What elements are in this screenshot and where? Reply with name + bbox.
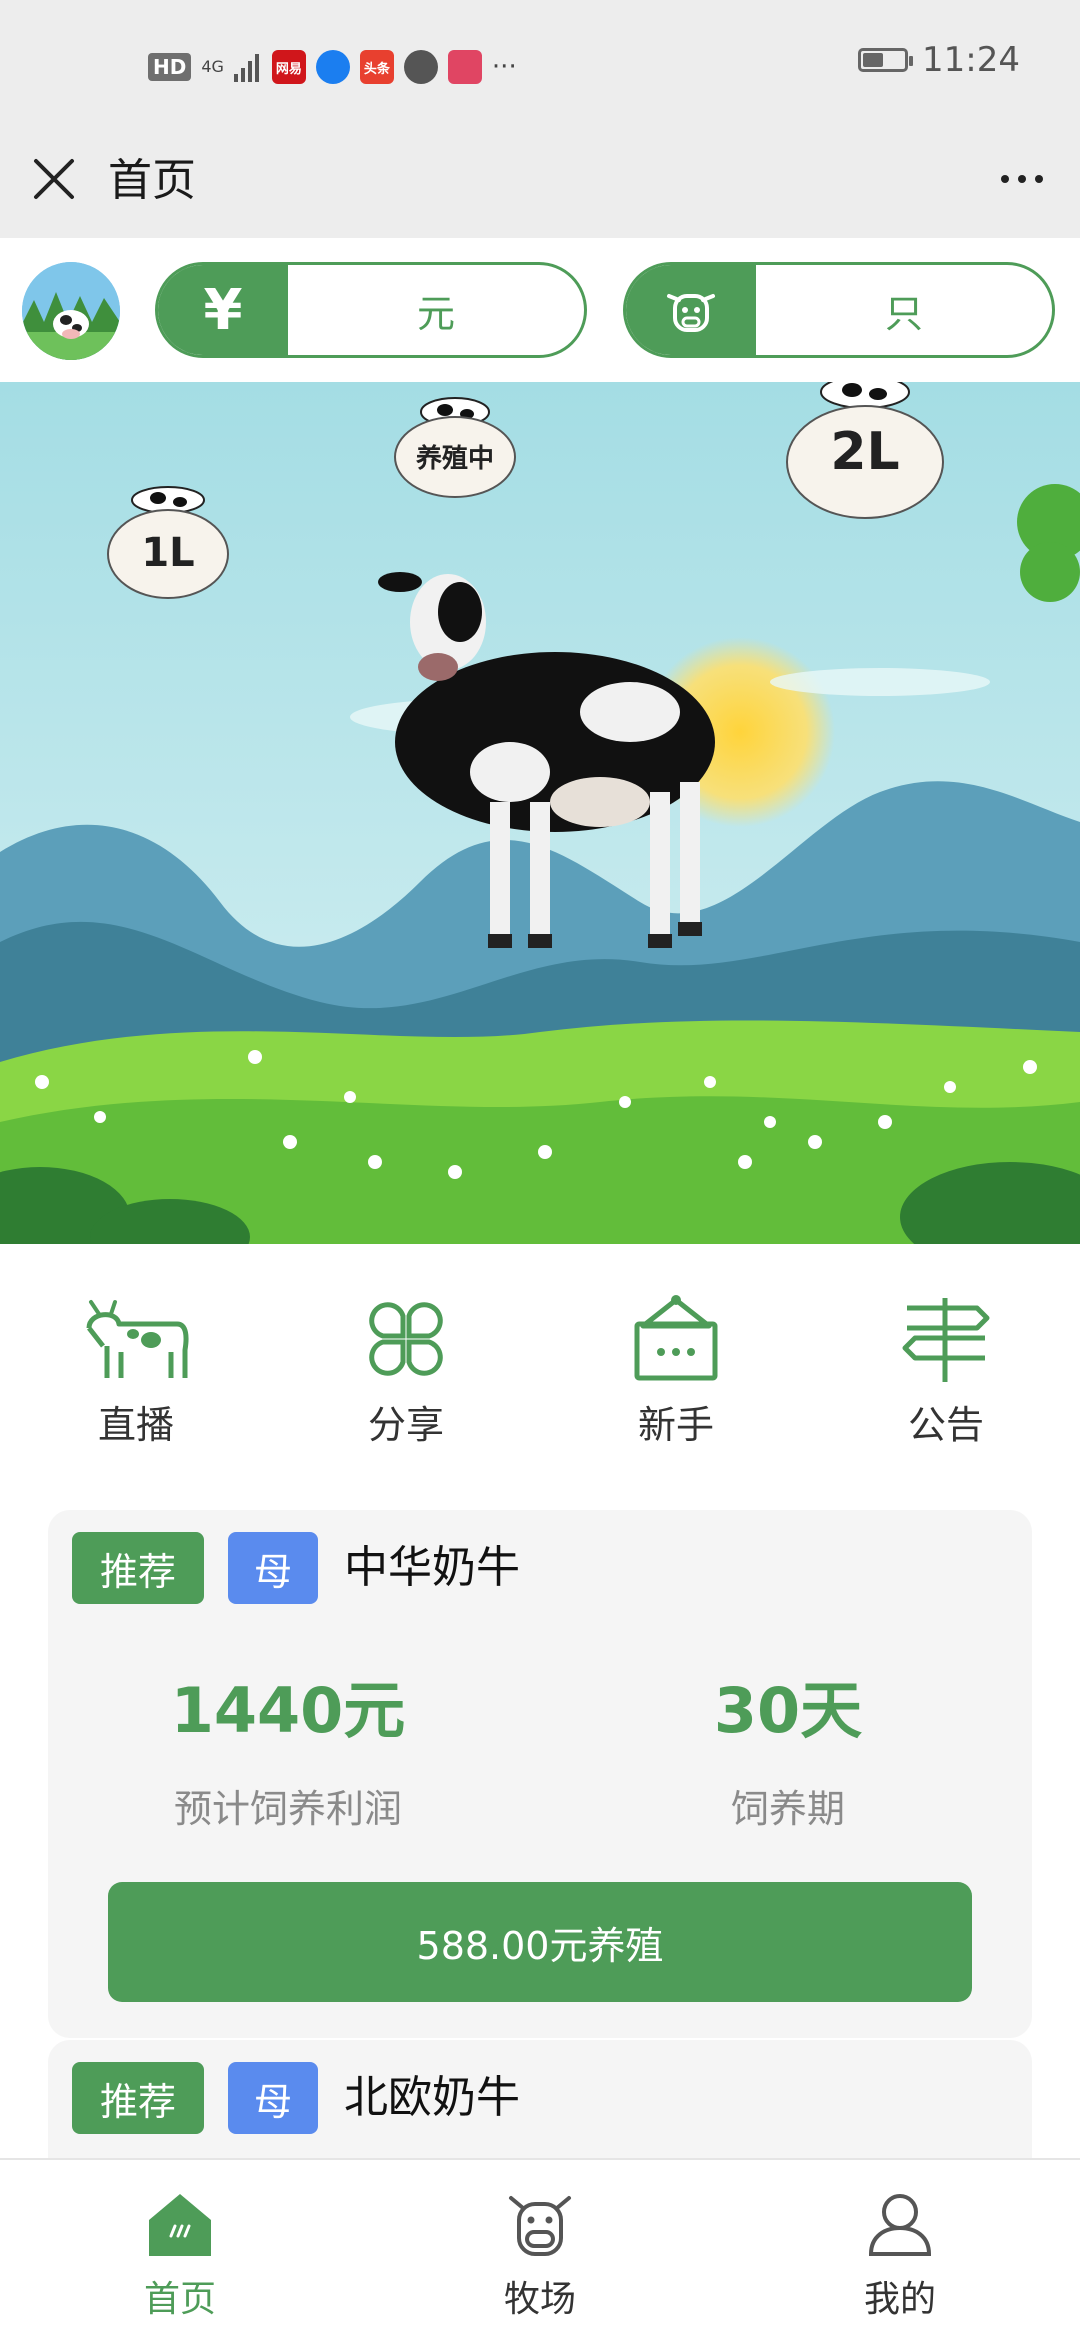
cow-icon bbox=[86, 1300, 189, 1378]
signal-icon bbox=[233, 54, 259, 82]
gender-badge: 母 bbox=[228, 2062, 318, 2134]
browser-app-icon bbox=[315, 50, 350, 84]
signpost-icon bbox=[902, 1298, 990, 1382]
breed-button[interactable]: 588.00元养殖 bbox=[108, 1882, 972, 2002]
quick-notice-label: 公告 bbox=[907, 1403, 984, 1447]
clock: 11:24 bbox=[922, 40, 1020, 80]
status-icons: HD 4G 网易 头条 ··· bbox=[148, 44, 517, 90]
period-value: 30天 bbox=[713, 1674, 863, 1747]
avatar[interactable] bbox=[22, 262, 120, 360]
battery-icon bbox=[858, 48, 914, 72]
tab-home-label: 首页 bbox=[143, 2279, 216, 2320]
sign-board-icon bbox=[634, 1295, 718, 1381]
product-name: 北欧奶牛 bbox=[344, 2072, 520, 2123]
profit-stat: 1440元 预计饲养利润 bbox=[108, 1660, 468, 1833]
money-balance[interactable]: ¥ 元 bbox=[155, 262, 587, 358]
quick-live[interactable]: 直播 bbox=[36, 1294, 236, 1449]
bubble-1l-label: 1L bbox=[141, 530, 195, 576]
gender-badge: 母 bbox=[228, 1532, 318, 1604]
period-stat: 30天 饲养期 bbox=[608, 1660, 968, 1833]
recommend-badge: 推荐 bbox=[72, 1532, 204, 1604]
cow-count-value: 只 bbox=[884, 291, 923, 336]
quick-newbie[interactable]: 新手 bbox=[576, 1294, 776, 1449]
profit-value: 1440元 bbox=[170, 1674, 406, 1747]
tab-mine[interactable]: 我的 bbox=[800, 2190, 1000, 2322]
cow-count[interactable]: 只 bbox=[623, 262, 1055, 358]
nav-bar: 首页 bbox=[0, 135, 1080, 238]
message-app-icon bbox=[403, 50, 438, 84]
page-title: 首页 bbox=[108, 155, 196, 206]
profit-label: 预计饲养利润 bbox=[173, 1787, 402, 1831]
product-name: 中华奶牛 bbox=[344, 1542, 520, 1593]
close-icon[interactable] bbox=[28, 153, 80, 205]
tab-home[interactable]: 首页 bbox=[80, 2190, 280, 2322]
period-label: 饲养期 bbox=[730, 1787, 845, 1831]
account-summary: ¥ 元 只 bbox=[0, 238, 1080, 382]
toutiao-app-icon: 头条 bbox=[359, 50, 394, 84]
tab-ranch[interactable]: 牧场 bbox=[440, 2190, 640, 2322]
status-right: 11:24 bbox=[858, 40, 1020, 80]
quick-newbie-label: 新手 bbox=[637, 1403, 714, 1447]
money-balance-value: 元 bbox=[416, 291, 455, 336]
tab-bar: 首页 牧场 我的 bbox=[0, 2158, 1080, 2342]
network-label: 4G bbox=[201, 57, 224, 76]
user-icon bbox=[868, 2194, 932, 2256]
clover-icon bbox=[369, 1302, 443, 1376]
pasture-scene: 养殖中 2L 1L bbox=[0, 382, 1080, 1244]
product-card: 推荐 母 中华奶牛 1440元 预计饲养利润 30天 饲养期 588.00元养殖 bbox=[48, 1510, 1032, 2038]
home-icon bbox=[149, 2194, 211, 2256]
quick-menu: 直播 分享 新手 公告 bbox=[0, 1244, 1080, 1504]
netease-app-icon: 网易 bbox=[271, 50, 306, 84]
bubble-2l-label: 2L bbox=[830, 422, 900, 482]
quick-notice[interactable]: 公告 bbox=[846, 1294, 1046, 1449]
recommend-badge: 推荐 bbox=[72, 2062, 204, 2134]
shopping-app-icon bbox=[447, 50, 482, 84]
more-icon[interactable] bbox=[992, 155, 1052, 203]
bubble-breeding-label: 养殖中 bbox=[415, 444, 494, 474]
quick-live-label: 直播 bbox=[97, 1403, 174, 1447]
status-bar: HD 4G 网易 头条 ··· 11:24 bbox=[0, 0, 1080, 135]
ox-icon bbox=[509, 2196, 571, 2256]
hd-icon: HD bbox=[148, 53, 192, 81]
quick-share-label: 分享 bbox=[367, 1403, 444, 1447]
quick-share[interactable]: 分享 bbox=[306, 1294, 506, 1449]
more-notifications: ··· bbox=[491, 52, 517, 82]
pasture-illustration bbox=[0, 382, 1080, 1244]
tab-mine-label: 我的 bbox=[863, 2279, 936, 2320]
tab-ranch-label: 牧场 bbox=[503, 2279, 576, 2320]
yen-icon: ¥ bbox=[158, 265, 288, 355]
cow-face-icon bbox=[626, 265, 756, 355]
